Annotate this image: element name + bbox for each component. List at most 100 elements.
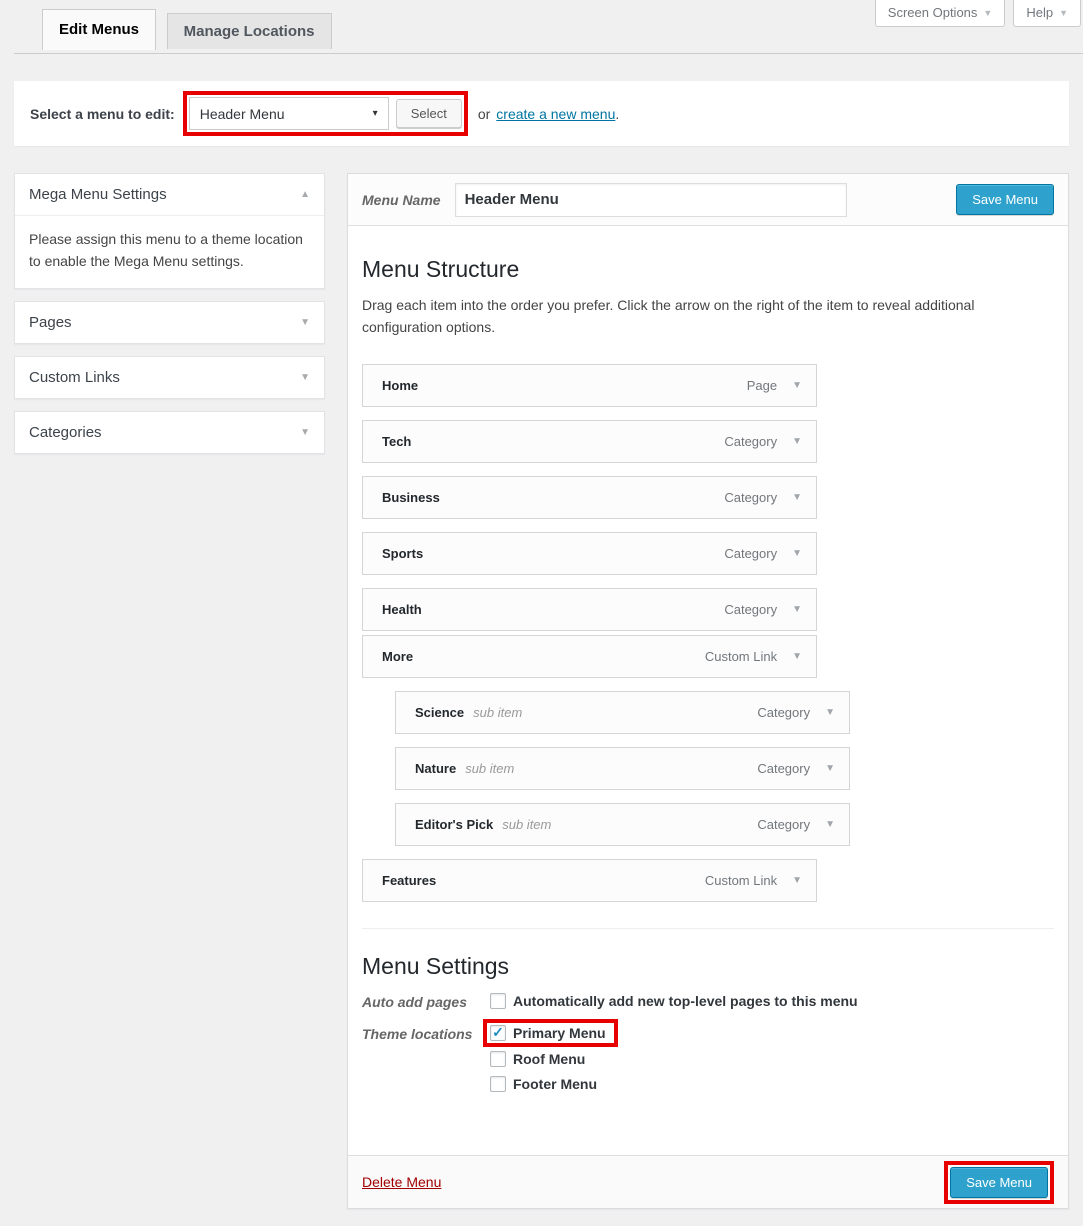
menu-item-label: Health bbox=[382, 602, 422, 617]
save-menu-button-bottom[interactable]: Save Menu bbox=[950, 1167, 1048, 1198]
menu-item-label: Tech bbox=[382, 434, 411, 449]
menu-item-label: Sports bbox=[382, 546, 423, 561]
chevron-up-icon: ▲ bbox=[300, 189, 310, 200]
chevron-down-icon[interactable]: ▼ bbox=[825, 763, 835, 774]
save-menu-button-top[interactable]: Save Menu bbox=[956, 184, 1054, 215]
panel-title: Custom Links bbox=[29, 369, 300, 386]
menu-item-more[interactable]: More Custom Link ▼ bbox=[362, 635, 817, 678]
theme-locations-row: Theme locations ✓ Primary Menu Roof Menu bbox=[362, 1024, 1054, 1101]
chevron-down-icon[interactable]: ▼ bbox=[825, 819, 835, 830]
highlight-box-save-menu: Save Menu bbox=[944, 1161, 1054, 1204]
create-new-menu-link[interactable]: create a new menu bbox=[496, 106, 615, 122]
sub-item-note: sub item bbox=[473, 705, 522, 720]
help-button[interactable]: Help ▼ bbox=[1013, 0, 1081, 27]
menu-editor-footer: Delete Menu Save Menu bbox=[348, 1155, 1068, 1208]
menu-item-label: Home bbox=[382, 378, 418, 393]
menu-item-type: Category bbox=[757, 761, 810, 776]
menu-item-features[interactable]: Features Custom Link ▼ bbox=[362, 859, 817, 902]
menu-item-type: Category bbox=[724, 490, 777, 505]
panel-title: Pages bbox=[29, 314, 300, 331]
highlight-box-select: Header Menu ▾ Select bbox=[183, 91, 468, 136]
menu-item-type: Category bbox=[724, 546, 777, 561]
menu-item-health[interactable]: Health Category ▼ bbox=[362, 588, 817, 631]
select-button[interactable]: Select bbox=[396, 99, 462, 128]
menu-item-type: Category bbox=[724, 434, 777, 449]
select-menu-label: Select a menu to edit: bbox=[30, 106, 175, 122]
or-text: or bbox=[478, 106, 490, 122]
panel-header-categories[interactable]: Categories ▼ bbox=[15, 412, 324, 453]
chevron-down-icon[interactable]: ▼ bbox=[792, 436, 802, 447]
panel-pages: Pages ▼ bbox=[14, 301, 325, 344]
panel-header-pages[interactable]: Pages ▼ bbox=[15, 302, 324, 343]
chevron-down-icon[interactable]: ▼ bbox=[825, 707, 835, 718]
chevron-down-icon[interactable]: ▼ bbox=[792, 548, 802, 559]
delete-menu-link[interactable]: Delete Menu bbox=[362, 1174, 441, 1190]
tab-edit-menus[interactable]: Edit Menus bbox=[42, 9, 156, 50]
panel-custom-links: Custom Links ▼ bbox=[14, 356, 325, 399]
menu-item-business[interactable]: Business Category ▼ bbox=[362, 476, 817, 519]
menu-editor-panel: Menu Name Save Menu Menu Structure Drag … bbox=[347, 173, 1069, 1209]
menu-settings-title: Menu Settings bbox=[362, 953, 1054, 980]
panel-title: Mega Menu Settings bbox=[29, 186, 300, 203]
chevron-down-icon[interactable]: ▼ bbox=[792, 380, 802, 391]
menu-item-label: Business bbox=[382, 490, 440, 505]
panel-categories: Categories ▼ bbox=[14, 411, 325, 454]
menu-item-type: Custom Link bbox=[705, 873, 777, 888]
screen-options-label: Screen Options bbox=[888, 5, 978, 20]
chevron-down-icon[interactable]: ▼ bbox=[792, 604, 802, 615]
menu-item-type: Custom Link bbox=[705, 649, 777, 664]
help-label: Help bbox=[1026, 5, 1053, 20]
chevron-down-icon[interactable]: ▼ bbox=[792, 651, 802, 662]
menu-item-type: Category bbox=[724, 602, 777, 617]
menu-item-editors-pick[interactable]: Editor's Pick sub item Category ▼ bbox=[395, 803, 850, 846]
menu-item-type: Page bbox=[747, 378, 777, 393]
menu-item-home[interactable]: Home Page ▼ bbox=[362, 364, 817, 407]
menu-item-label: Nature bbox=[415, 761, 456, 776]
chevron-down-icon[interactable]: ▼ bbox=[792, 875, 802, 886]
primary-menu-checkbox-label[interactable]: Primary Menu bbox=[513, 1025, 606, 1041]
menu-select-dropdown[interactable]: Header Menu ▾ bbox=[189, 97, 389, 130]
highlight-box-primary-menu: ✓ Primary Menu bbox=[483, 1019, 618, 1047]
auto-add-pages-checkbox[interactable] bbox=[490, 993, 506, 1009]
chevron-down-icon: ▼ bbox=[300, 372, 310, 383]
auto-add-pages-checkbox-label[interactable]: Automatically add new top-level pages to… bbox=[513, 993, 858, 1009]
screen-options-button[interactable]: Screen Options ▼ bbox=[875, 0, 1006, 27]
menu-item-nature[interactable]: Nature sub item Category ▼ bbox=[395, 747, 850, 790]
footer-menu-checkbox[interactable] bbox=[490, 1076, 506, 1092]
menu-item-tech[interactable]: Tech Category ▼ bbox=[362, 420, 817, 463]
panel-header-custom-links[interactable]: Custom Links ▼ bbox=[15, 357, 324, 398]
period-text: . bbox=[615, 106, 619, 122]
menu-structure-description: Drag each item into the order you prefer… bbox=[362, 295, 1042, 338]
panel-header-mega-menu-settings[interactable]: Mega Menu Settings ▲ bbox=[15, 174, 324, 215]
menu-editor-body: Menu Structure Drag each item into the o… bbox=[348, 226, 1068, 1155]
sidebar: Mega Menu Settings ▲ Please assign this … bbox=[14, 173, 325, 466]
menu-item-label: More bbox=[382, 649, 413, 664]
menu-item-label: Science bbox=[415, 705, 464, 720]
menu-item-sports[interactable]: Sports Category ▼ bbox=[362, 532, 817, 575]
menu-name-input[interactable] bbox=[455, 183, 847, 217]
menu-item-science[interactable]: Science sub item Category ▼ bbox=[395, 691, 850, 734]
chevron-down-icon: ▼ bbox=[983, 8, 992, 18]
chevron-down-icon: ▼ bbox=[1059, 8, 1068, 18]
footer-menu-checkbox-label[interactable]: Footer Menu bbox=[513, 1076, 597, 1092]
panel-mega-menu-settings: Mega Menu Settings ▲ Please assign this … bbox=[14, 173, 325, 289]
check-icon: ✓ bbox=[492, 1025, 504, 1039]
panel-title: Categories bbox=[29, 424, 300, 441]
theme-locations-label: Theme locations bbox=[362, 1024, 490, 1101]
chevron-down-icon[interactable]: ▼ bbox=[792, 492, 802, 503]
menu-name-label: Menu Name bbox=[362, 192, 441, 208]
roof-menu-checkbox-label[interactable]: Roof Menu bbox=[513, 1051, 585, 1067]
roof-menu-checkbox[interactable] bbox=[490, 1051, 506, 1067]
primary-menu-checkbox[interactable]: ✓ bbox=[490, 1025, 506, 1041]
menu-structure-title: Menu Structure bbox=[362, 256, 1054, 283]
panel-content: Please assign this menu to a theme locat… bbox=[15, 215, 324, 288]
menu-item-type: Category bbox=[757, 705, 810, 720]
chevron-down-icon: ▾ bbox=[373, 108, 378, 119]
menu-select-value: Header Menu bbox=[200, 106, 373, 122]
chevron-down-icon: ▼ bbox=[300, 427, 310, 438]
sub-item-note: sub item bbox=[502, 817, 551, 832]
theme-locations-list: ✓ Primary Menu Roof Menu Footer Menu bbox=[490, 1024, 618, 1101]
tab-manage-locations[interactable]: Manage Locations bbox=[167, 13, 332, 49]
sub-item-note: sub item bbox=[465, 761, 514, 776]
menu-item-type: Category bbox=[757, 817, 810, 832]
